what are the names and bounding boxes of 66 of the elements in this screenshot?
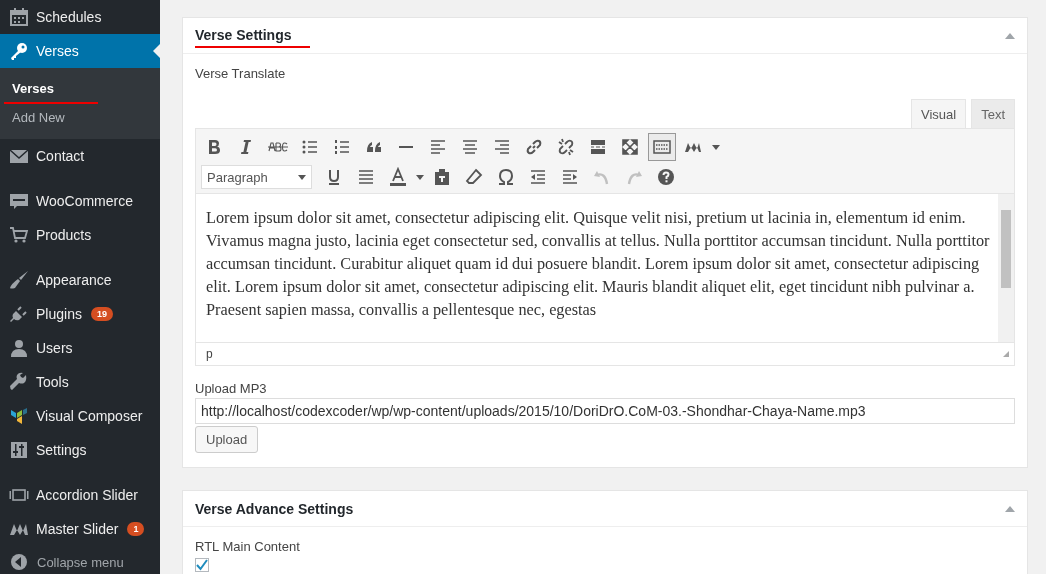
more-icon: [588, 137, 608, 157]
omega-icon: [496, 167, 516, 187]
sidebar-menu-item[interactable]: Appearance: [0, 263, 160, 297]
person-icon: [9, 338, 29, 358]
sidebar-menu-item[interactable]: Tools: [0, 365, 160, 399]
sidebar-menu-item[interactable]: Schedules: [0, 0, 160, 34]
sidebar-menu-item[interactable]: Products: [0, 218, 160, 252]
upload-button[interactable]: Upload: [195, 426, 259, 453]
sidebar-menu-item[interactable]: Users: [0, 331, 160, 365]
eraser-icon: [464, 167, 484, 187]
collapse-menu-button[interactable]: Collapse menu: [0, 546, 160, 572]
plug-icon: [9, 304, 29, 324]
blocks-icon: [9, 406, 29, 426]
justify-icon: [356, 167, 376, 187]
paste-icon: [432, 167, 452, 187]
wrench-icon: [9, 372, 29, 392]
scrollbar[interactable]: [998, 194, 1014, 342]
outdent-icon: [528, 167, 548, 187]
bubble-icon: [9, 191, 29, 211]
toolbar-toggle-icon: [652, 137, 672, 157]
indent-icon: [560, 167, 580, 187]
count-badge: 19: [90, 307, 113, 321]
field-label: Upload MP3: [195, 381, 268, 396]
resize-handle-icon[interactable]: [1002, 350, 1010, 358]
align-right-icon: [492, 137, 512, 157]
toggle-icon[interactable]: [1005, 32, 1015, 39]
caret-icon[interactable]: [712, 144, 720, 150]
sidebar-menu-item[interactable]: Accordion Slider: [0, 478, 160, 512]
sidebar-menu-item[interactable]: Settings: [0, 433, 160, 467]
caret-icon[interactable]: [416, 174, 424, 180]
text-color-icon: [388, 167, 408, 187]
sidebar-menu-item[interactable]: Verses: [0, 34, 160, 68]
numbers-icon: [332, 137, 352, 157]
submenu-item[interactable]: Add New: [0, 104, 77, 131]
format-select[interactable]: Paragraph: [201, 165, 312, 189]
checkbox[interactable]: [195, 558, 209, 572]
element-path: p: [206, 347, 213, 361]
key-icon: [9, 41, 29, 61]
brush-icon: [9, 270, 29, 290]
sidebar-menu-item[interactable]: WooCommerce: [0, 184, 160, 218]
cart-icon: [9, 225, 29, 245]
calendar-icon: [9, 7, 29, 27]
panel-title: Verse Settings: [195, 23, 310, 48]
fullscreen-icon: [620, 137, 640, 157]
sliders-icon: [9, 440, 29, 460]
checkbox-label: RTL Main Content: [195, 539, 301, 554]
sidebar-menu-item[interactable]: Visual Composer: [0, 399, 160, 433]
editor-tab[interactable]: Visual: [910, 99, 967, 128]
sidebar-menu-item[interactable]: Contact: [0, 139, 160, 173]
toolbar-button[interactable]: [648, 133, 676, 161]
align-left-icon: [428, 137, 448, 157]
editor-text[interactable]: Lorem ipsum dolor sit amet, consectetur adipiscing elit. Quisque velit nisi, pretium ut lacinia in, elementum id enim. Vivamus magna justo, lacinia eget consectetur sed, convallis at tellus. Nulla porttitor accumsan tincidunt. Nulla porttitor accumsan tincidunt. Curabitur aliquet quam id dui posuere blandit. Lorem ipsum dolor sit amet, consectetur adipiscing elit. Lorem ipsum dolor sit amet, consectetur adipiscing elit. Mauris blandit aliquet elit, eget tincidunt nibh pulvinar a. Praesent sapien massa, convallis a pellentesque nec, egestas: [196, 194, 998, 321]
submenu-item[interactable]: Verses: [4, 75, 98, 104]
unlink-icon: [556, 137, 576, 157]
panel-title: Verse Advance Settings: [195, 499, 354, 519]
sidebar-menu-item[interactable]: Plugins 19: [0, 297, 160, 331]
field-label: Verse Translate: [195, 66, 287, 81]
toggle-icon[interactable]: [1005, 505, 1015, 512]
rule-icon: [399, 146, 413, 148]
help-icon: [656, 167, 676, 187]
sidebar-menu-item[interactable]: Master Slider 1: [0, 512, 160, 546]
link-icon: [524, 137, 544, 157]
align-center-icon: [460, 137, 480, 157]
editor-tab[interactable]: Text: [971, 99, 1015, 128]
url-input-field[interactable]: http://localhost/codexcoder/wp/wp-content/uploads/2015/10/DoriDrO.CoM-03.-Shondhar-Chaya-Name.mp3: [195, 398, 1015, 424]
count-badge: 1: [127, 522, 145, 536]
